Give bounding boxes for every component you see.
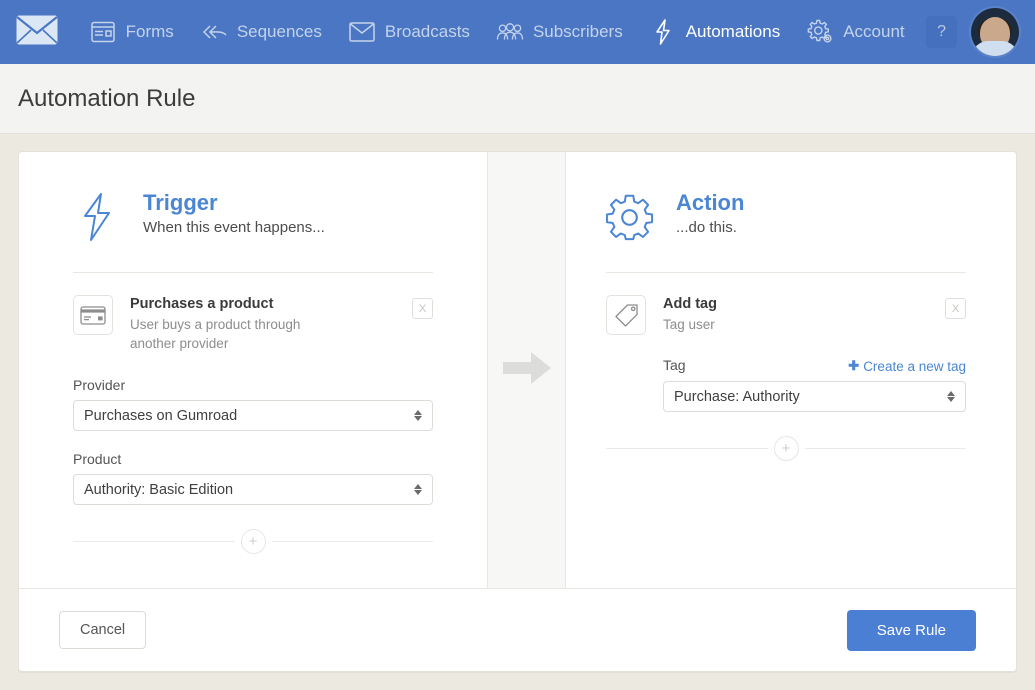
trigger-heading: Trigger [143, 190, 325, 215]
trigger-step-text: Purchases a product User buys a product … [130, 295, 395, 353]
page-content: Trigger When this event happens... [0, 134, 1035, 689]
nav-label: Account [843, 22, 904, 42]
divider-line-left [606, 448, 768, 449]
trigger-step: Purchases a product User buys a product … [73, 295, 433, 353]
connector-column [487, 152, 566, 588]
automations-icon [649, 19, 677, 45]
nav-label: Sequences [237, 22, 322, 42]
nav-label: Broadcasts [385, 22, 470, 42]
action-subheading: ...do this. [676, 219, 744, 236]
trigger-step-subtitle: User buys a product through another prov… [130, 315, 345, 353]
create-new-tag-link[interactable]: ✚ Create a new tag [848, 358, 966, 374]
credit-card-icon [73, 295, 113, 335]
trigger-add-divider: + [73, 529, 433, 554]
select-spinner-icon [946, 391, 955, 402]
provider-select[interactable]: Purchases on Gumroad [73, 400, 433, 431]
cancel-button[interactable]: Cancel [59, 611, 146, 649]
automation-rule-card: Trigger When this event happens... [18, 151, 1017, 672]
tag-label: Tag [663, 357, 686, 373]
card-body: Trigger When this event happens... [19, 152, 1016, 588]
action-step-text: Add tag Tag user [663, 295, 928, 334]
card-footer: Cancel Save Rule [19, 588, 1016, 671]
product-field: Product Authority: Basic Edition [73, 451, 433, 505]
tag-value: Purchase: Authority [674, 389, 946, 405]
nav-item-automations[interactable]: Automations [636, 0, 794, 64]
tag-icon [606, 295, 646, 335]
product-select[interactable]: Authority: Basic Edition [73, 474, 433, 505]
tag-label-row: Tag ✚ Create a new tag [663, 357, 966, 374]
action-fields: Tag ✚ Create a new tag Purchase: Authori… [663, 357, 966, 412]
action-remove-button[interactable]: X [945, 298, 966, 319]
add-trigger-button[interactable]: + [241, 529, 266, 554]
tag-field: Tag ✚ Create a new tag Purchase: Authori… [663, 357, 966, 412]
trigger-header-text: Trigger When this event happens... [143, 190, 325, 236]
provider-label: Provider [73, 377, 125, 393]
plus-icon: ✚ [848, 358, 859, 374]
nav-item-account[interactable]: Account [793, 0, 917, 64]
divider-line-right [272, 541, 434, 542]
avatar-shirt [972, 41, 1018, 58]
add-action-button[interactable]: + [774, 436, 799, 461]
product-label-row: Product [73, 451, 433, 467]
trigger-fields: Provider Purchases on Gumroad Product Au… [73, 377, 433, 505]
nav-item-subscribers[interactable]: Subscribers [483, 0, 636, 64]
provider-field: Provider Purchases on Gumroad [73, 377, 433, 431]
app-logo[interactable] [14, 10, 60, 54]
action-heading: Action [676, 190, 744, 215]
action-step: Add tag Tag user X [606, 295, 966, 335]
action-header: Action ...do this. [606, 190, 966, 272]
divider-line-left [73, 541, 235, 542]
help-button[interactable]: ? [926, 16, 958, 48]
lightning-bolt-icon [73, 190, 121, 244]
action-step-title: Add tag [663, 296, 928, 312]
avatar[interactable] [969, 6, 1021, 58]
action-add-divider: + [606, 436, 966, 461]
product-value: Authority: Basic Edition [84, 482, 413, 498]
action-panel: Action ...do this. Add tag Tag user [566, 152, 1016, 588]
nav-item-broadcasts[interactable]: Broadcasts [335, 0, 483, 64]
page-title: Automation Rule [18, 85, 195, 113]
subscribers-icon [496, 19, 524, 45]
nav-label: Automations [686, 22, 781, 42]
select-spinner-icon [413, 410, 422, 421]
select-spinner-icon [413, 484, 422, 495]
nav-label: Forms [126, 22, 174, 42]
trigger-header: Trigger When this event happens... [73, 190, 433, 272]
gear-icon [606, 190, 654, 244]
action-step-subtitle: Tag user [663, 315, 878, 334]
broadcasts-icon [348, 19, 376, 45]
envelope-logo-icon [16, 15, 58, 50]
trigger-divider [73, 272, 433, 273]
provider-value: Purchases on Gumroad [84, 408, 413, 424]
top-navbar: Forms Sequences Broadcasts [0, 0, 1035, 64]
nav-label: Subscribers [533, 22, 623, 42]
save-rule-button[interactable]: Save Rule [847, 610, 976, 651]
action-divider [606, 272, 966, 273]
page-titlebar: Automation Rule [0, 64, 1035, 134]
trigger-panel: Trigger When this event happens... [19, 152, 487, 588]
product-label: Product [73, 451, 121, 467]
sequences-icon [200, 19, 228, 45]
tag-select[interactable]: Purchase: Authority [663, 381, 966, 412]
nav-item-sequences[interactable]: Sequences [187, 0, 335, 64]
nav-item-forms[interactable]: Forms [76, 0, 187, 64]
divider-line-right [805, 448, 967, 449]
trigger-step-title: Purchases a product [130, 296, 395, 312]
create-new-tag-label: Create a new tag [863, 359, 966, 374]
arrow-right-icon [501, 348, 553, 393]
provider-label-row: Provider [73, 377, 433, 393]
trigger-subheading: When this event happens... [143, 219, 325, 236]
forms-icon [89, 19, 117, 45]
account-gear-icon [806, 19, 834, 45]
action-header-text: Action ...do this. [676, 190, 744, 236]
trigger-remove-button[interactable]: X [412, 298, 433, 319]
